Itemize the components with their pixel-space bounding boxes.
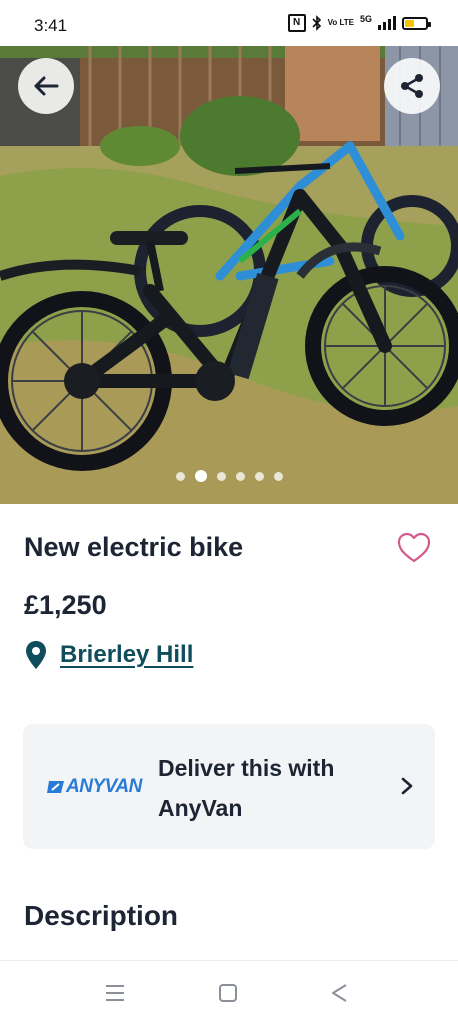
menu-icon[interactable] [103, 981, 127, 1005]
back-triangle-icon[interactable] [328, 981, 352, 1005]
home-icon[interactable] [216, 981, 240, 1005]
anyvan-logo: ANYVAN [47, 776, 142, 798]
volte-indicator: Vo LTE [327, 18, 354, 27]
listing-image-gallery[interactable] [0, 46, 458, 504]
heart-outline-icon[interactable] [396, 530, 432, 566]
listing-photo[interactable] [0, 46, 458, 504]
gallery-pagination[interactable] [0, 470, 458, 482]
gallery-dot[interactable] [175, 471, 185, 481]
chevron-right-icon [401, 777, 413, 795]
anyvan-mark-icon [47, 781, 64, 793]
anyvan-delivery-text: Deliver this with AnyVan [158, 755, 335, 821]
gallery-dot[interactable] [254, 471, 264, 481]
gallery-dot[interactable] [273, 471, 283, 481]
status-bar: 3:41 N Vo LTE 5G [0, 0, 458, 46]
anyvan-logo-text: ANYVAN [66, 776, 142, 797]
bluetooth-icon [312, 15, 321, 31]
location-row[interactable]: Brierley Hill [24, 640, 193, 670]
signal-icon [378, 16, 396, 30]
listing-price: £1,250 [24, 590, 107, 620]
status-time: 3:41 [34, 16, 68, 35]
share-button[interactable] [384, 58, 440, 114]
arrow-left-icon [34, 76, 59, 96]
battery-icon [402, 16, 431, 30]
nfc-icon: N [287, 14, 306, 32]
listing-title: New electric bike [24, 532, 244, 562]
back-button[interactable] [18, 58, 74, 114]
map-pin-icon [26, 641, 46, 669]
gallery-dot[interactable] [216, 471, 226, 481]
system-navigation-bar [0, 960, 458, 1025]
gallery-dot[interactable] [235, 471, 245, 481]
share-icon [401, 74, 423, 98]
gallery-dot-active[interactable] [194, 470, 207, 482]
location-link[interactable]: Brierley Hill [60, 641, 193, 669]
status-icons: N Vo LTE 5G [287, 14, 431, 32]
description-heading: Description [24, 900, 179, 931]
anyvan-delivery-card[interactable]: ANYVAN Deliver this with AnyVan [23, 724, 435, 849]
network-type: 5G [359, 14, 372, 24]
